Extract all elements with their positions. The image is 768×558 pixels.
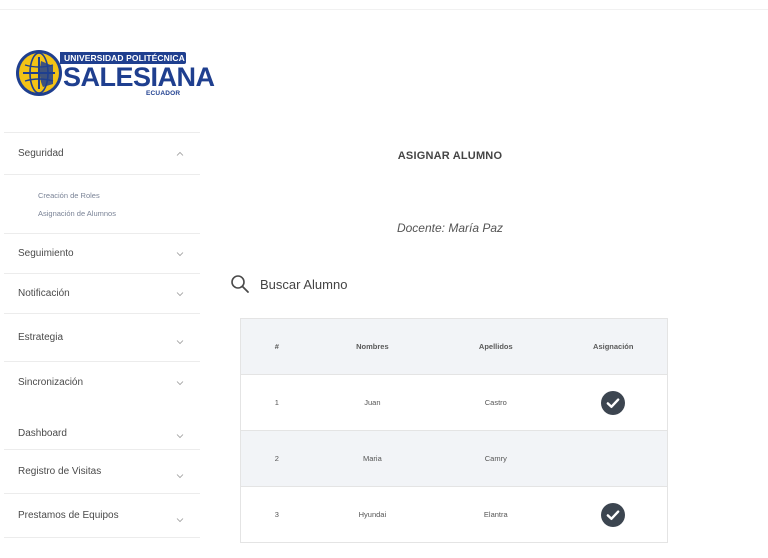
row-number: 3 [274,510,279,519]
row-nombres: Hyundai [358,510,387,519]
sidebar-item-label: Seguimiento [18,248,74,259]
search-student[interactable]: Buscar Alumno [230,274,347,294]
chevron-down-icon [176,291,184,296]
row-asignacion[interactable] [560,502,668,527]
sidebar-item-registro-visitas[interactable]: Registro de Visitas [4,449,200,493]
row-number: 2 [274,454,279,463]
sidebar-item-dashboard[interactable]: Dashboard [4,403,200,449]
sidebar-item-label: Prestamos de Equipos [18,510,119,521]
chevron-down-icon [176,473,184,478]
sidebar-item-prestamos-equipos[interactable]: Prestamos de Equipos [4,493,200,537]
row-nombres: Juan [364,398,381,407]
top-divider [0,9,768,10]
sidebar-item-label: Dashboard [18,427,67,439]
search-label[interactable]: Buscar Alumno [260,277,347,292]
sidebar-item-label: Sincronización [18,377,84,388]
table-row: 2 Maria Camry [241,430,667,486]
table-row: 3 Hyundai Elantra [241,486,667,542]
chevron-down-icon [176,517,184,522]
students-table: # Nombres Apellidos Asignación 1 Juan Ca… [240,318,668,543]
row-nombres: Maria [362,454,382,463]
sidebar-subitem-creacion-roles[interactable]: Creación de Roles [38,187,200,205]
sidebar-item-label: Seguridad [18,148,64,159]
sidebar-item-label: Estrategia [18,332,64,343]
university-seal-icon [16,50,62,96]
row-apellidos: Elantra [483,510,508,519]
table-row: 1 Juan Castro [241,374,667,430]
sidebar-item-seguimiento[interactable]: Seguimiento [4,233,200,273]
check-circle-icon[interactable] [601,502,626,527]
search-icon[interactable] [230,274,250,294]
logo-name-text: SALESIANA [63,62,215,92]
sidebar: Seguridad Creación de Roles Asignación d… [4,132,200,538]
sidebar-item-label: Notificación [18,288,70,299]
column-header-nombres: Nombres [356,342,389,351]
chevron-down-icon [176,339,184,344]
chevron-down-icon [176,380,184,385]
row-apellidos: Castro [484,398,507,407]
docente-label: Docente: María Paz [396,221,504,235]
row-apellidos: Camry [484,454,507,463]
sidebar-submenu-seguridad: Creación de Roles Asignación de Alumnos [4,174,200,233]
row-asignacion[interactable] [560,390,668,415]
table-header-row: # Nombres Apellidos Asignación [241,319,667,374]
sidebar-item-notificacion[interactable]: Notificación [4,273,200,313]
chevron-down-icon [176,251,184,256]
sidebar-item-seguridad[interactable]: Seguridad [4,132,200,174]
check-circle-icon[interactable] [601,390,626,415]
chevron-down-icon [176,434,184,439]
sidebar-divider [4,537,200,538]
sidebar-item-sincronizacion[interactable]: Sincronización [4,361,200,403]
row-number: 1 [274,398,279,407]
logo-country-text: ECUADOR [146,90,181,97]
chevron-up-icon [176,151,184,156]
page-title: ASIGNAR ALUMNO [397,150,503,162]
sidebar-subitem-asignacion-alumnos[interactable]: Asignación de Alumnos [38,205,200,223]
column-header-number: # [274,342,279,351]
sidebar-item-label: Registro de Visitas [18,466,102,477]
university-logo: UNIVERSIDAD POLITÉCNICA SALESIANA ECUADO… [14,46,215,100]
column-header-apellidos: Apellidos [478,342,513,351]
sidebar-item-estrategia[interactable]: Estrategia [4,313,200,361]
column-header-asignacion: Asignación [593,342,634,351]
